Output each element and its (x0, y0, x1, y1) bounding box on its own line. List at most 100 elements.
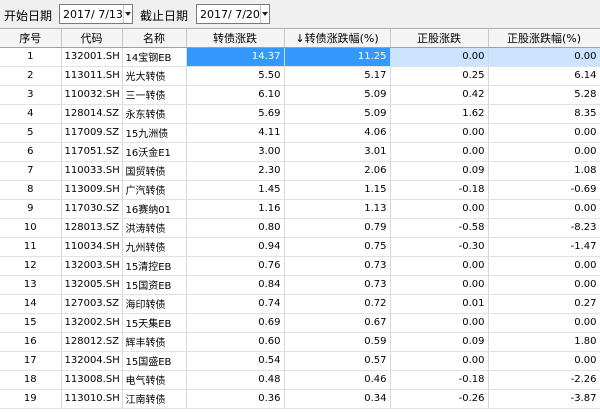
cell-stock-change: 0.00 (390, 351, 489, 371)
cell-seq: 1 (0, 47, 62, 67)
cell-cb-change: 4.11 (186, 123, 285, 143)
cell-seq: 2 (0, 66, 62, 86)
cell-seq: 16 (0, 332, 62, 352)
cell-seq: 9 (0, 199, 62, 219)
cell-stock-change: 0.01 (390, 294, 489, 314)
cell-seq: 12 (0, 256, 62, 276)
cell-stock-change: 0.42 (390, 85, 489, 105)
table-row[interactable]: 10 128013.SZ 洪涛转债 0.80 0.79 -0.58 -8.23 (0, 218, 600, 238)
cell-stock-pct: 0.00 (488, 313, 600, 333)
cell-cb-change: 0.48 (186, 370, 285, 390)
column-header-code[interactable]: 代码 (61, 29, 123, 48)
cell-code: 113008.SH (61, 370, 123, 390)
column-header-name[interactable]: 名称 (122, 29, 187, 48)
table-row[interactable]: 4 128014.SZ 永东转债 5.69 5.09 1.62 8.35 (0, 104, 600, 124)
table-row[interactable]: 7 110033.SH 国贸转债 2.30 2.06 0.09 1.08 (0, 161, 600, 181)
cell-name: 洪涛转债 (122, 218, 187, 238)
cell-code: 132004.SH (61, 351, 123, 371)
table-row[interactable]: 9 117030.SZ 16赛纳01 1.16 1.13 0.00 0.00 (0, 199, 600, 219)
table-row[interactable]: 17 132004.SH 15国盛EB 0.54 0.57 0.00 0.00 (0, 351, 600, 371)
table-row[interactable]: 16 128012.SZ 辉丰转债 0.60 0.59 0.09 1.80 (0, 332, 600, 352)
start-date-picker[interactable]: 2017/ 7/13 (59, 4, 133, 24)
cell-seq: 11 (0, 237, 62, 257)
cell-code: 113009.SH (61, 180, 123, 200)
cell-code: 132002.SH (61, 313, 123, 333)
table-row[interactable]: 12 132003.SH 15清控EB 0.76 0.73 0.00 0.00 (0, 256, 600, 276)
cell-seq: 13 (0, 275, 62, 295)
chevron-down-icon[interactable] (122, 5, 132, 23)
cell-stock-pct: -2.26 (488, 370, 600, 390)
cell-cb-pct: 0.46 (284, 370, 391, 390)
table-row[interactable]: 14 127003.SZ 海印转债 0.74 0.72 0.01 0.27 (0, 294, 600, 314)
cell-code: 117009.SZ (61, 123, 123, 143)
cell-cb-pct: 5.09 (284, 104, 391, 124)
cell-stock-pct: 6.14 (488, 66, 600, 86)
cell-seq: 7 (0, 161, 62, 181)
date-toolbar: 开始日期 2017/ 7/13 截止日期 2017/ 7/20 (0, 0, 600, 28)
cell-code: 132005.SH (61, 275, 123, 295)
start-date-value: 2017/ 7/13 (63, 7, 123, 21)
cell-cb-pct: 5.17 (284, 66, 391, 86)
cell-stock-pct: 1.08 (488, 161, 600, 181)
table-row[interactable]: 5 117009.SZ 15九洲债 4.11 4.06 0.00 0.00 (0, 123, 600, 143)
cell-stock-change: 0.00 (390, 256, 489, 276)
table-row[interactable]: 3 110032.SH 三一转债 6.10 5.09 0.42 5.28 (0, 85, 600, 105)
column-header-cb-change[interactable]: 转债涨跌 (186, 29, 285, 48)
cell-stock-pct: 0.00 (488, 199, 600, 219)
end-date-picker[interactable]: 2017/ 7/20 (196, 4, 270, 24)
cell-name: 15天集EB (122, 313, 187, 333)
cell-seq: 8 (0, 180, 62, 200)
cell-cb-pct: 1.15 (284, 180, 391, 200)
cell-stock-pct: 1.80 (488, 332, 600, 352)
table-row[interactable]: 8 113009.SH 广汽转债 1.45 1.15 -0.18 -0.69 (0, 180, 600, 200)
table-row[interactable]: 18 113008.SH 电气转债 0.48 0.46 -0.18 -2.26 (0, 370, 600, 390)
table-row[interactable]: 13 132005.SH 15国资EB 0.84 0.73 0.00 0.00 (0, 275, 600, 295)
cell-seq: 4 (0, 104, 62, 124)
cell-cb-pct: 0.73 (284, 256, 391, 276)
cell-name: 15国资EB (122, 275, 187, 295)
table-row[interactable]: 1 132001.SH 14宝钢EB 14.37 11.25 0.00 0.00 (0, 47, 600, 67)
cell-seq: 19 (0, 389, 62, 409)
table-row[interactable]: 2 113011.SH 光大转债 5.50 5.17 0.25 6.14 (0, 66, 600, 86)
cell-stock-change: 0.09 (390, 161, 489, 181)
column-header-stock-change[interactable]: 正股涨跌 (390, 29, 489, 48)
cell-cb-change: 2.30 (186, 161, 285, 181)
cell-stock-change: 0.00 (390, 123, 489, 143)
cell-name: 广汽转债 (122, 180, 187, 200)
cell-cb-change: 0.84 (186, 275, 285, 295)
cell-cb-pct: 0.34 (284, 389, 391, 409)
cell-stock-change: 0.00 (390, 313, 489, 333)
table-row[interactable]: 19 113010.SH 江南转债 0.36 0.34 -0.26 -3.87 (0, 389, 600, 409)
cell-name: 15国盛EB (122, 351, 187, 371)
cell-cb-change: 6.10 (186, 85, 285, 105)
cell-cb-pct: 3.01 (284, 142, 391, 162)
column-header-seq[interactable]: 序号 (0, 29, 62, 48)
cell-code: 132001.SH (61, 47, 123, 67)
cell-cb-pct: 5.09 (284, 85, 391, 105)
cell-name: 16沃金E1 (122, 142, 187, 162)
cell-stock-pct: 0.00 (488, 275, 600, 295)
cell-stock-pct: 0.00 (488, 123, 600, 143)
column-header-stock-pct[interactable]: 正股涨跌幅(%) (488, 29, 600, 48)
cell-seq: 3 (0, 85, 62, 105)
cell-cb-pct: 0.59 (284, 332, 391, 352)
cell-stock-change: 0.09 (390, 332, 489, 352)
cell-cb-change: 5.69 (186, 104, 285, 124)
cell-stock-pct: 0.27 (488, 294, 600, 314)
end-date-value: 2017/ 7/20 (200, 7, 260, 21)
table-row[interactable]: 11 110034.SH 九州转债 0.94 0.75 -0.30 -1.47 (0, 237, 600, 257)
cell-stock-pct: 0.00 (488, 142, 600, 162)
cell-seq: 10 (0, 218, 62, 238)
column-header-cb-pct[interactable]: ↓转债涨跌幅(%) (284, 29, 391, 48)
cell-code: 128014.SZ (61, 104, 123, 124)
table-row[interactable]: 15 132002.SH 15天集EB 0.69 0.67 0.00 0.00 (0, 313, 600, 333)
cell-code: 110032.SH (61, 85, 123, 105)
chevron-down-icon[interactable] (259, 5, 269, 23)
table-row[interactable]: 6 117051.SZ 16沃金E1 3.00 3.01 0.00 0.00 (0, 142, 600, 162)
cell-cb-change: 0.36 (186, 389, 285, 409)
cell-name: 海印转债 (122, 294, 187, 314)
cell-cb-change: 1.45 (186, 180, 285, 200)
end-date-label: 截止日期 (140, 9, 189, 23)
cell-name: 辉丰转债 (122, 332, 187, 352)
cell-cb-change: 14.37 (186, 47, 285, 67)
